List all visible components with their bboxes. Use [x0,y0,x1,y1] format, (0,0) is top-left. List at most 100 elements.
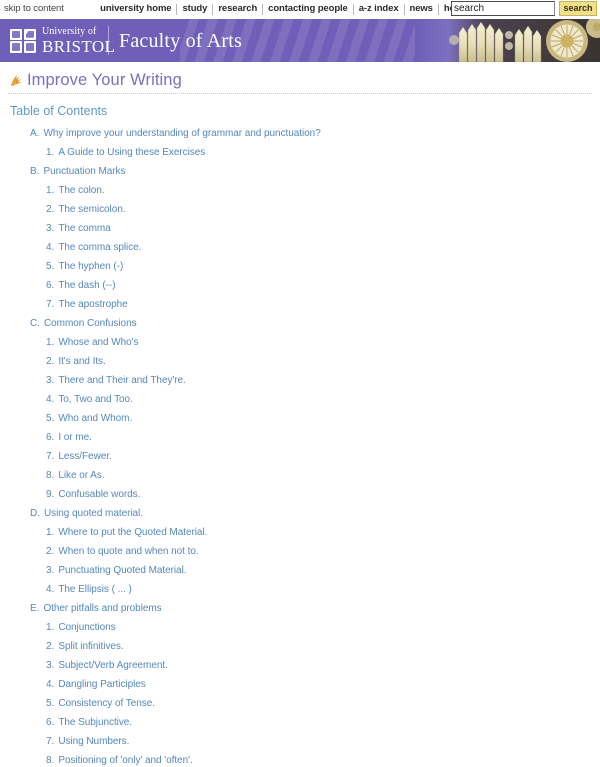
toc-marker: 4. [46,679,55,690]
toc-link[interactable]: Subject/Verb Agreement. [58,660,168,672]
toc-subsection: 6. The dash (--) [8,280,592,292]
toc-link[interactable]: The comma splice. [58,242,141,254]
toc-subsection: 3. There and Their and They're. [8,375,592,387]
toc-link[interactable]: To, Two and Too. [58,394,133,406]
toc-link[interactable]: Punctuation Marks [43,166,125,178]
toc-entry: 5. The hyphen (-) [8,261,592,273]
toc-link[interactable]: Like or As. [58,470,104,482]
utility-nav-item-a-z-index[interactable]: a-z index [354,3,404,15]
toc-marker: 3. [46,565,55,576]
toc-marker: 6. [46,280,55,291]
toc-marker: 3. [46,223,55,234]
toc-sublist: 1. The colon. 2. The semicolon. 3. The comma 4… [8,185,592,311]
toc-subsection: 1. The colon. [8,185,592,197]
toc-marker: 3. [46,660,55,671]
toc-link[interactable]: Confusable words. [58,489,140,501]
toc-subsection: 4. The comma splice. [8,242,592,254]
toc-entry: 2. It's and Its. [8,356,592,368]
toc-link[interactable]: The Ellipsis ( ... ) [58,584,132,596]
university-wordmark: University of BRISTOL [42,26,116,56]
toc-entry: 4. The comma splice. [8,242,592,254]
utility-nav-item-study[interactable]: study [177,3,212,15]
toc-link[interactable]: The semicolon. [58,204,125,216]
toc-marker: 3. [46,375,55,386]
toc-link[interactable]: The apostrophe [58,299,127,311]
skip-to-content-link[interactable]: skip to content [4,3,64,14]
toc-entry: E. Other pitfalls and problems [8,603,592,615]
toc-marker: 4. [46,584,55,595]
toc-link[interactable]: Punctuating Quoted Material. [58,565,186,577]
toc-subsection: 9. Confusable words. [8,489,592,501]
toc-link[interactable]: Less/Fewer. [58,451,111,463]
toc-entry: 2. Split infinitives. [8,641,592,653]
toc-entry: 1. Conjunctions [8,622,592,634]
toc-entry: 9. Confusable words. [8,489,592,501]
toc-link[interactable]: When to quote and when not to. [58,546,198,558]
toc-entry: 3. There and Their and They're. [8,375,592,387]
toc-entry: 1. The colon. [8,185,592,197]
toc-entry: 2. When to quote and when not to. [8,546,592,558]
toc-subsection: 2. Split infinitives. [8,641,592,653]
toc-marker: 5. [46,413,55,424]
utility-nav-item-contacting-people[interactable]: contacting people [263,3,353,15]
toc-entry: 7. Using Numbers. [8,736,592,748]
toc-marker: 6. [46,717,55,728]
toc-link[interactable]: The hyphen (-) [58,261,123,273]
toc-sublist: 1. Where to put the Quoted Material. 2. Whe… [8,527,592,596]
utility-nav-item-news[interactable]: news [405,3,438,15]
toc-entry: 7. Less/Fewer. [8,451,592,463]
toc-marker: 1. [46,622,55,633]
toc-marker: 2. [46,641,55,652]
toc-link[interactable]: Positioning of 'only' and 'often'. [58,755,192,767]
toc-subsection: 4. Dangling Participles [8,679,592,691]
university-brand-link[interactable]: University of BRISTOL [10,25,115,56]
toc-link[interactable]: There and Their and They're. [58,375,186,387]
toc-marker: 4. [46,242,55,253]
toc-entry: 8. Positioning of 'only' and 'often'. [8,755,592,767]
toc-link[interactable]: Why improve your understanding of gramma… [43,128,320,140]
toc-link[interactable]: Common Confusions [44,318,137,330]
toc-marker: 8. [46,470,55,481]
toc-marker: D. [30,508,40,519]
toc-marker: B. [30,166,40,177]
toc-subsection: 7. Using Numbers. [8,736,592,748]
toc-link[interactable]: Other pitfalls and problems [43,603,161,615]
toc-link[interactable]: The Subjunctive. [58,717,132,729]
toc-link[interactable]: Conjunctions [58,622,115,634]
toc-link[interactable]: Where to put the Quoted Material. [58,527,207,539]
faculty-title-link[interactable]: Faculty of Arts [119,29,242,53]
toc-link[interactable]: Consistency of Tense. [58,698,155,710]
toc-marker: C. [30,318,40,329]
title-divider [8,93,592,95]
toc-entry: 3. Punctuating Quoted Material. [8,565,592,577]
toc-link[interactable]: Whose and Who's [58,337,138,349]
wordmark-line-2: BRISTOL [42,36,116,56]
toc-link[interactable]: Using quoted material. [44,508,143,520]
toc-marker: E. [30,603,40,614]
search-input[interactable] [451,1,555,16]
brand-divider [108,26,109,55]
toc-link[interactable]: The comma [58,223,110,235]
toc-link[interactable]: The dash (--) [58,280,115,292]
toc-marker: 1. [46,337,55,348]
toc-subsection: 1. Where to put the Quoted Material. [8,527,592,539]
toc-sublist: 1. Conjunctions 2. Split infinitives. 3. Subj… [8,622,592,767]
toc-link[interactable]: Using Numbers. [58,736,129,748]
toc-section: C. Common Confusions 1. Whose and Who's 2. It… [8,318,592,501]
toc-subsection: 1. A Guide to Using these Exercises [8,147,592,159]
leaf-icon [9,73,24,88]
utility-nav-item-research[interactable]: research [213,3,262,15]
toc-link[interactable]: A Guide to Using these Exercises [58,147,205,159]
search-form: search [451,1,597,16]
toc-link[interactable]: It's and Its. [58,356,105,368]
toc-link[interactable]: Who and Whom. [58,413,132,425]
search-button[interactable]: search [559,1,597,16]
toc-entry: 1. Where to put the Quoted Material. [8,527,592,539]
toc-link[interactable]: Split infinitives. [58,641,123,653]
toc-link[interactable]: Dangling Participles [58,679,145,691]
utility-nav-item-university-home[interactable]: university home [95,3,176,15]
toc-link[interactable]: The colon. [58,185,104,197]
toc-link[interactable]: I or me. [58,432,92,444]
toc-entry: 5. Consistency of Tense. [8,698,592,710]
toc-subsection: 8. Like or As. [8,470,592,482]
